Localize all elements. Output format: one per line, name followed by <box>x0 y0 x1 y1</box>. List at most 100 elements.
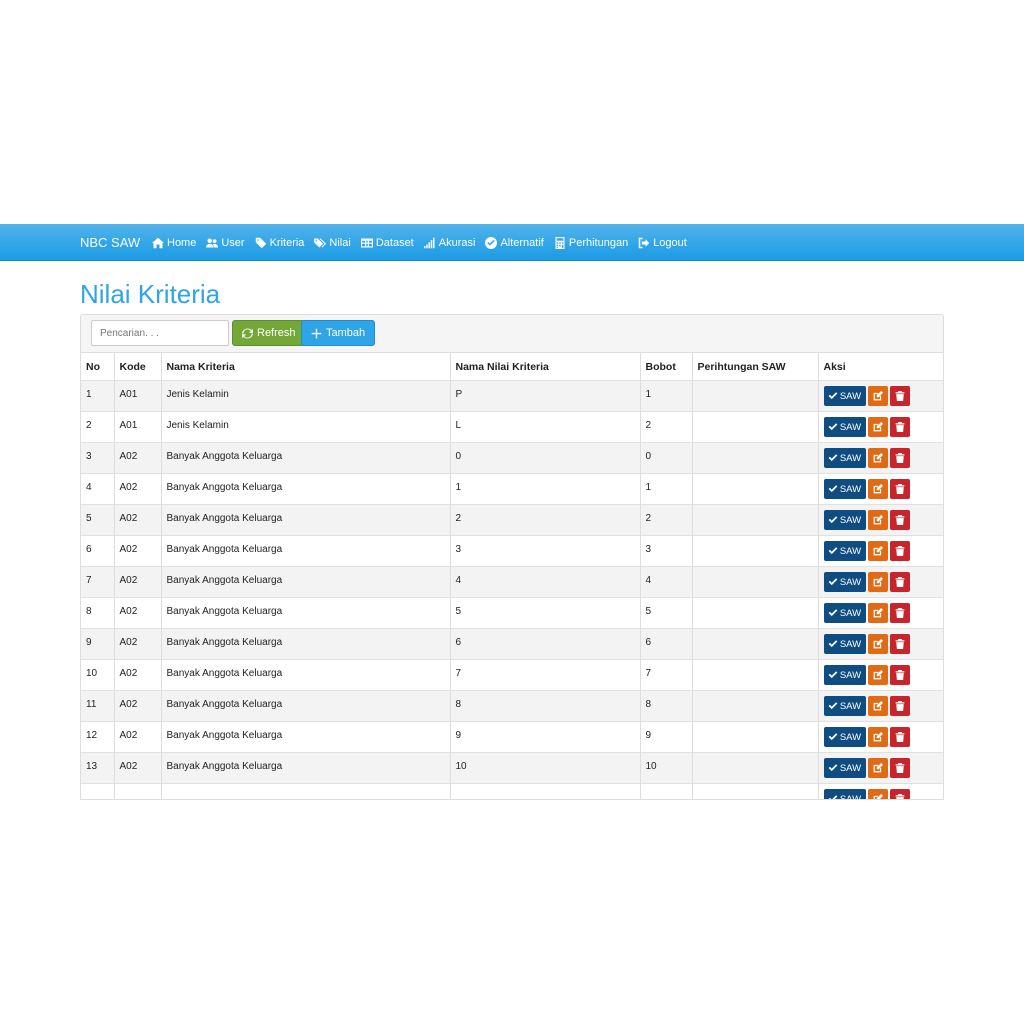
cell-kode: A02 <box>113 566 161 598</box>
saw-button[interactable]: SAW <box>823 789 866 799</box>
navbar-brand[interactable]: NBC SAW <box>80 224 140 261</box>
header-nama-nilai-kriteria[interactable]: Nama Nilai Kriteria <box>449 353 640 381</box>
saw-label: SAW <box>839 452 862 464</box>
saw-button[interactable]: SAW <box>823 758 866 778</box>
nav-item-home[interactable]: Home <box>152 237 196 249</box>
nav-menu: Home User Kriteria Nilai Dataset Akurasi Alter… <box>152 224 687 261</box>
saw-button[interactable]: SAW <box>823 634 866 654</box>
cell-aksi: SAW <box>817 783 943 799</box>
cell-perhitungan-saw <box>691 566 818 598</box>
delete-button[interactable] <box>889 634 910 654</box>
saw-button[interactable]: SAW <box>823 696 866 716</box>
cell-bobot: 10 <box>639 752 692 784</box>
nav-item-label: Perhitungan <box>568 236 629 249</box>
nav-item-label: Alternatif <box>500 236 544 249</box>
cell-nama-kriteria: Banyak Anggota Keluarga <box>160 690 450 722</box>
cell-nama-nilai-kriteria: 6 <box>449 628 640 660</box>
header-kode[interactable]: Kode <box>113 353 161 381</box>
saw-button[interactable]: SAW <box>823 417 866 437</box>
check-circle-icon <box>485 236 498 249</box>
delete-button[interactable] <box>889 541 910 561</box>
check-icon <box>828 454 838 462</box>
delete-button[interactable] <box>889 727 910 747</box>
edit-button[interactable] <box>867 696 888 716</box>
saw-button[interactable]: SAW <box>823 541 866 561</box>
check-icon <box>828 764 838 772</box>
saw-button[interactable]: SAW <box>823 448 866 468</box>
nav-item-dataset[interactable]: Dataset <box>360 237 414 249</box>
header-no[interactable]: No <box>81 353 114 381</box>
saw-button[interactable]: SAW <box>823 479 866 499</box>
data-panel: Refresh Tambah No Kode Nama Kriteria Nam… <box>80 314 944 800</box>
cell-no: 12 <box>81 721 114 753</box>
table-icon <box>360 238 373 247</box>
delete-button[interactable] <box>889 448 910 468</box>
edit-button[interactable] <box>867 572 888 592</box>
cell-bobot <box>639 783 692 799</box>
trash-icon <box>895 391 904 401</box>
cell-no: 6 <box>81 535 114 567</box>
saw-button[interactable]: SAW <box>823 510 866 530</box>
nav-item-label: User <box>221 236 245 249</box>
nav-item-alternatif[interactable]: Alternatif <box>485 236 544 249</box>
saw-button[interactable]: SAW <box>823 665 866 685</box>
saw-button[interactable]: SAW <box>823 572 866 592</box>
cell-perhitungan-saw <box>691 752 818 784</box>
saw-button[interactable]: SAW <box>823 603 866 623</box>
nav-item-nilai[interactable]: Nilai <box>314 237 351 249</box>
edit-button[interactable] <box>867 727 888 747</box>
delete-button[interactable] <box>889 572 910 592</box>
search-input[interactable] <box>91 320 229 346</box>
nav-item-kriteria[interactable]: Kriteria <box>255 237 304 249</box>
delete-button[interactable] <box>889 479 910 499</box>
table-row: 6 A02 Banyak Anggota Keluarga 3 3 SAW <box>81 535 943 567</box>
delete-button[interactable] <box>889 696 910 716</box>
edit-button[interactable] <box>867 634 888 654</box>
cell-no <box>81 783 114 799</box>
edit-icon <box>873 422 883 432</box>
header-perhitungan-saw[interactable]: Perihtungan SAW <box>691 353 818 381</box>
home-icon <box>152 237 164 248</box>
header-nama-kriteria[interactable]: Nama Kriteria <box>160 353 450 381</box>
edit-button[interactable] <box>867 789 888 799</box>
cell-nama-nilai-kriteria: 1 <box>449 473 640 505</box>
edit-button[interactable] <box>867 665 888 685</box>
edit-button[interactable] <box>867 386 888 406</box>
cell-aksi: SAW <box>817 659 943 691</box>
cell-aksi: SAW <box>817 535 943 567</box>
delete-button[interactable] <box>889 386 910 406</box>
saw-button[interactable]: SAW <box>823 727 866 747</box>
cell-nama-nilai-kriteria <box>449 783 640 799</box>
tambah-button[interactable]: Tambah <box>301 320 376 346</box>
edit-button[interactable] <box>867 448 888 468</box>
nav-item-akurasi[interactable]: Akurasi <box>423 237 475 249</box>
cell-perhitungan-saw <box>691 628 818 660</box>
edit-button[interactable] <box>867 541 888 561</box>
nav-item-perhitungan[interactable]: Perhitungan <box>554 236 629 249</box>
delete-button[interactable] <box>889 510 910 530</box>
refresh-button[interactable]: Refresh <box>232 320 306 346</box>
nav-item-logout[interactable]: Logout <box>638 237 687 249</box>
edit-button[interactable] <box>867 417 888 437</box>
delete-button[interactable] <box>889 417 910 437</box>
delete-button[interactable] <box>889 789 910 799</box>
table-row: 2 A01 Jenis Kelamin L 2 SAW <box>81 411 943 443</box>
cell-nama-kriteria: Banyak Anggota Keluarga <box>160 597 450 629</box>
delete-button[interactable] <box>889 603 910 623</box>
cell-no: 8 <box>81 597 114 629</box>
cell-nama-nilai-kriteria: 2 <box>449 504 640 536</box>
edit-button[interactable] <box>867 479 888 499</box>
edit-button[interactable] <box>867 758 888 778</box>
saw-button[interactable]: SAW <box>823 386 866 406</box>
edit-button[interactable] <box>867 510 888 530</box>
delete-button[interactable] <box>889 665 910 685</box>
cell-kode: A02 <box>113 597 161 629</box>
edit-button[interactable] <box>867 603 888 623</box>
cell-nama-nilai-kriteria: 5 <box>449 597 640 629</box>
nav-item-user[interactable]: User <box>206 236 245 249</box>
cell-nama-nilai-kriteria: 7 <box>449 659 640 691</box>
cell-kode: A02 <box>113 535 161 567</box>
delete-button[interactable] <box>889 758 910 778</box>
header-bobot[interactable]: Bobot <box>639 353 692 381</box>
sign-out-icon <box>638 237 650 248</box>
